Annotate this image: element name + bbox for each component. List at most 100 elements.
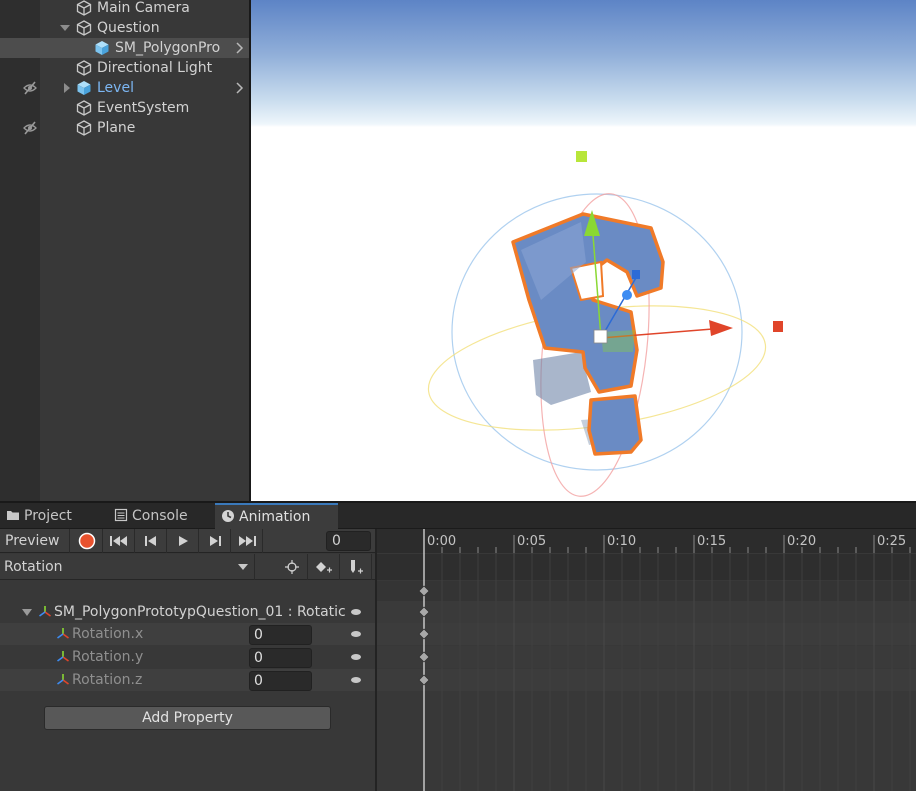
cube-outline-icon <box>76 100 92 116</box>
cube-outline-icon <box>76 0 92 16</box>
clip-row: Rotation <box>0 554 375 580</box>
play-button[interactable] <box>167 529 199 553</box>
crosshair-icon <box>284 560 299 574</box>
keyframe-toggle[interactable] <box>351 654 361 660</box>
hierarchy-item-main-camera[interactable]: Main Camera <box>0 0 249 18</box>
transform-icon <box>57 651 69 662</box>
gizmo-center <box>593 329 608 344</box>
hierarchy-item-directional-light[interactable]: Directional Light <box>0 58 249 78</box>
animation-property-panel: Preview 0 Rotation SM_PolygonPrototypQue… <box>0 529 375 791</box>
cube-outline-icon <box>76 120 92 136</box>
step-back-icon <box>144 536 156 546</box>
clip-name: Rotation <box>4 559 63 575</box>
hierarchy-item-label: Level <box>97 80 134 96</box>
chevron-right-icon[interactable] <box>235 40 245 56</box>
property-row-rotation-z[interactable]: Rotation.z 0 <box>0 669 375 691</box>
property-value-field[interactable]: 0 <box>249 671 312 691</box>
chevron-right-icon[interactable] <box>235 80 245 96</box>
hierarchy-item-level[interactable]: Level <box>0 78 249 98</box>
hierarchy-item-label: SM_PolygonPro <box>115 40 221 56</box>
tab-label: Project <box>24 508 72 524</box>
hidden-eye-icon[interactable] <box>22 120 38 136</box>
play-icon <box>178 536 188 546</box>
tab-console[interactable]: Console <box>108 503 213 529</box>
hierarchy-item-label: Directional Light <box>97 60 213 76</box>
skip-to-end-icon <box>238 536 256 546</box>
summary-row <box>377 581 916 601</box>
cube-outline-icon <box>76 60 92 76</box>
add-keyframe-icon <box>315 562 332 573</box>
previous-keyframe-button[interactable] <box>135 529 167 553</box>
hierarchy-item-plane[interactable]: Plane <box>0 118 249 138</box>
hierarchy-item-question[interactable]: Question <box>0 18 249 38</box>
property-value-field[interactable]: 0 <box>249 648 312 668</box>
hierarchy-item-sm-polygonpro[interactable]: SM_PolygonPro <box>0 38 249 58</box>
last-keyframe-button[interactable] <box>231 529 263 553</box>
hidden-eye-icon[interactable] <box>22 80 38 96</box>
add-event-icon <box>350 560 363 574</box>
dopesheet-timeline[interactable]: 0:00 0:05 0:10 0:15 0:20 0:25 <box>377 529 916 791</box>
tab-label: Animation <box>239 509 311 525</box>
property-value-field[interactable]: 0 <box>249 625 312 645</box>
tab-project[interactable]: Project <box>0 503 106 529</box>
property-group-row[interactable]: SM_PolygonPrototypQuestion_01 : Rotatic <box>0 601 375 623</box>
chevron-down-icon <box>238 564 248 570</box>
gizmo-z-handle <box>632 270 640 279</box>
record-button[interactable] <box>71 529 103 553</box>
time-ruler <box>377 529 916 553</box>
gizmo-x-cap <box>773 321 783 332</box>
gizmo-pivot <box>622 290 632 300</box>
preview-button[interactable]: Preview <box>0 529 70 553</box>
animation-toolbar: Preview 0 <box>0 529 375 553</box>
expand-arrow-icon[interactable] <box>59 22 71 34</box>
clip-dropdown[interactable]: Rotation <box>0 554 255 580</box>
step-forward-icon <box>209 536 221 546</box>
property-row-rotation-x[interactable]: Rotation.x 0 <box>0 623 375 645</box>
cube-solid-icon <box>95 41 109 55</box>
frame-field[interactable]: 0 <box>326 531 371 551</box>
transform-icon <box>39 606 51 617</box>
keyframe-toggle[interactable] <box>351 609 361 615</box>
keyframe-toggle[interactable] <box>351 631 361 637</box>
console-icon <box>114 508 128 522</box>
collapse-arrow-icon[interactable] <box>61 82 73 94</box>
hierarchy-item-label: Main Camera <box>97 0 190 16</box>
transform-icon <box>57 674 69 685</box>
timeline-tick-label: 0:05 <box>517 534 547 549</box>
folder-icon <box>7 511 19 520</box>
timeline-tick-label: 0:00 <box>427 534 457 549</box>
keyframe-toggle[interactable] <box>351 677 361 683</box>
record-icon <box>78 532 95 550</box>
timeline-tick-label: 0:10 <box>607 534 637 549</box>
clock-icon <box>222 510 234 522</box>
transform-icon <box>57 628 69 639</box>
gizmo-y-cap <box>576 151 587 162</box>
skip-to-start-icon <box>109 536 127 546</box>
property-label: Rotation.z <box>72 672 143 688</box>
cube-outline-icon <box>76 20 92 36</box>
hierarchy-item-label: Question <box>97 20 160 36</box>
hierarchy-item-eventsystem[interactable]: EventSystem <box>0 98 249 118</box>
scene-viewport[interactable] <box>251 0 916 501</box>
property-label: Rotation.y <box>72 649 144 665</box>
tab-label: Console <box>132 508 188 524</box>
prefab-icon <box>77 81 91 95</box>
bottom-tabs: Project Console Animation <box>0 503 916 529</box>
timeline-grid[interactable] <box>377 529 916 791</box>
add-event-button[interactable] <box>340 554 372 580</box>
next-keyframe-button[interactable] <box>199 529 231 553</box>
first-keyframe-button[interactable] <box>103 529 135 553</box>
tab-animation[interactable]: Animation <box>215 503 338 529</box>
add-keyframe-button[interactable] <box>308 554 340 580</box>
add-property-button[interactable]: Add Property <box>44 706 331 730</box>
gizmo-x-arrow <box>709 320 733 336</box>
hierarchy-item-label: Plane <box>97 120 136 136</box>
property-row-rotation-y[interactable]: Rotation.y 0 <box>0 646 375 668</box>
hierarchy-panel: Main Camera Question SM_PolygonPro Direc… <box>0 0 249 501</box>
expand-arrow-icon[interactable] <box>22 607 32 617</box>
question-mark-dot <box>587 394 643 456</box>
property-label: Rotation.x <box>72 626 144 642</box>
scene-view[interactable] <box>251 0 916 501</box>
timeline-tick-label: 0:15 <box>697 534 727 549</box>
filter-keyframes-button[interactable] <box>276 554 308 580</box>
